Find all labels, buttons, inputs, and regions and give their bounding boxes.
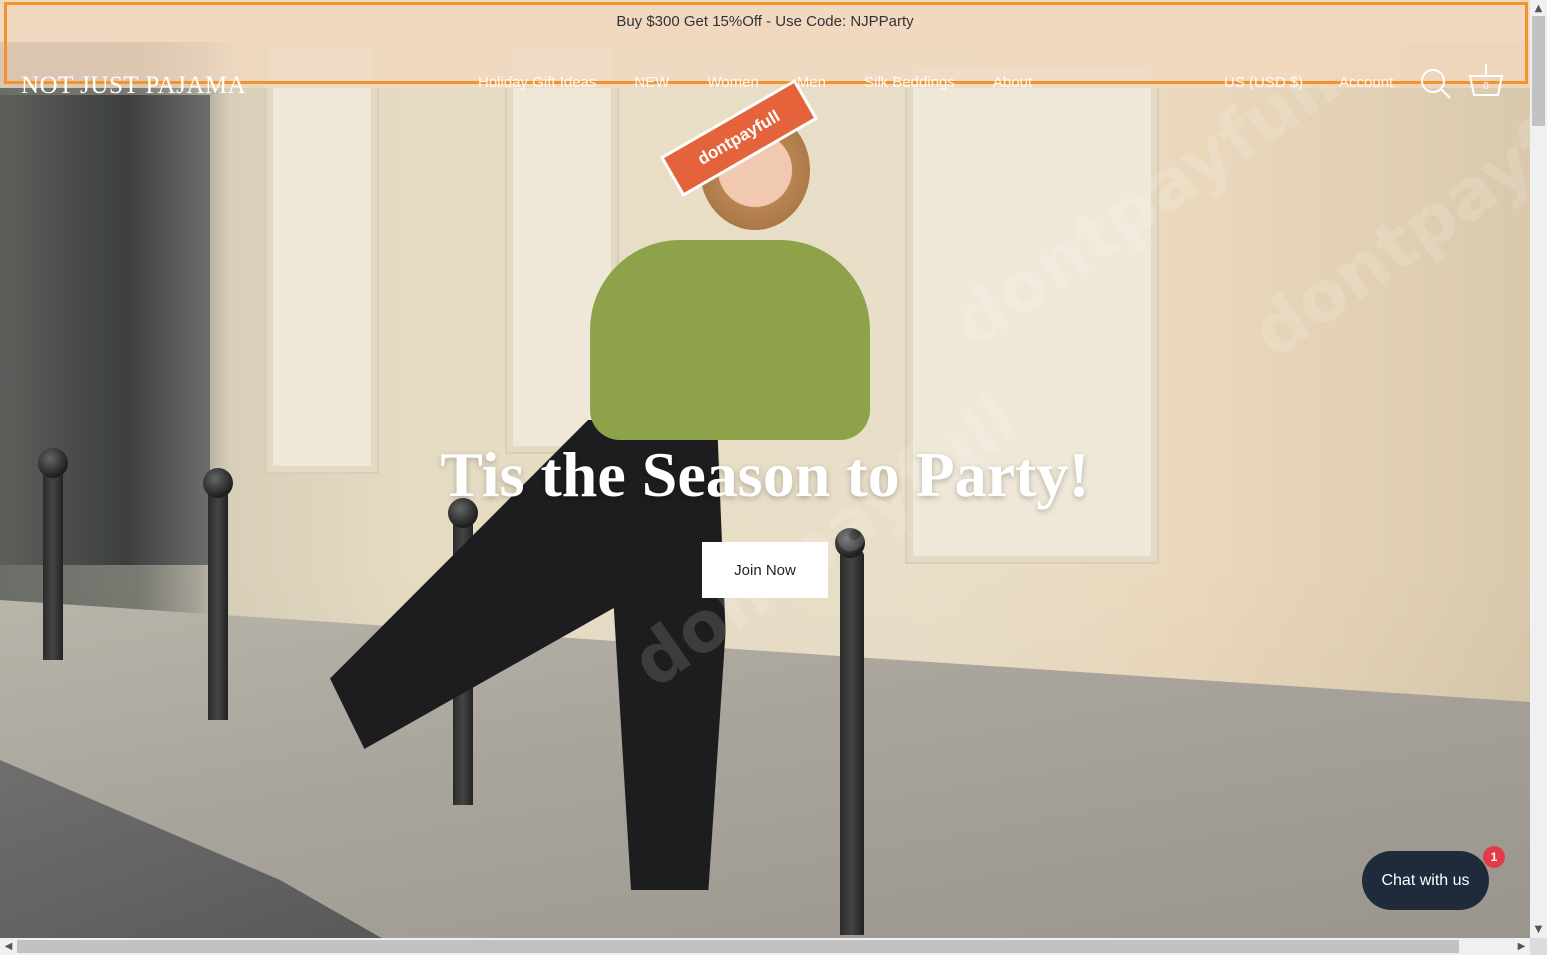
scrollbar-corner [1530,938,1547,955]
chat-unread-badge: 1 [1483,846,1505,868]
horizontal-scroll-thumb[interactable] [17,940,1459,953]
nav-item-men[interactable]: Men [797,74,826,91]
site-logo[interactable]: NOT JUST PAJAMA [21,72,246,100]
nav-item-women[interactable]: Women [707,74,758,91]
cart-icon[interactable]: 0 [1467,62,1505,103]
cart-count: 0 [1483,81,1489,92]
nav-item-silk-beddings[interactable]: Silk Beddings [864,74,955,91]
nav-item-new[interactable]: NEW [634,74,669,91]
scroll-right-icon[interactable]: ▶ [1513,938,1530,955]
model-cardigan [590,240,870,440]
vertical-scroll-thumb[interactable] [1532,16,1545,126]
announcement-bar[interactable]: Buy $300 Get 15%Off - Use Code: NJPParty [0,0,1530,42]
vertical-scrollbar[interactable] [1530,0,1547,938]
join-now-button[interactable]: Join Now [702,542,828,598]
currency-selector[interactable]: US (USD $) [1224,74,1303,91]
scroll-left-icon[interactable]: ◀ [0,938,17,955]
bollard [835,528,865,935]
scroll-up-icon[interactable]: ▲ [1530,0,1547,17]
nav-item-about[interactable]: About [993,74,1032,91]
building-door [265,40,379,474]
chevron-down-icon[interactable]: ▼ [1530,921,1547,938]
chat-label: Chat with us [1381,871,1470,889]
account-link[interactable]: Account [1339,74,1393,91]
chat-button[interactable]: Chat with us [1362,851,1489,910]
search-icon[interactable] [1418,66,1452,105]
hero-title: Tis the Season to Party! [440,439,1090,510]
main-nav: Holiday Gift Ideas NEW Women Men Silk Be… [478,74,1032,91]
announcement-text[interactable]: Buy $300 Get 15%Off - Use Code: NJPParty [616,13,913,30]
bollard [203,468,233,720]
nav-item-holiday-gift-ideas[interactable]: Holiday Gift Ideas [478,74,596,91]
